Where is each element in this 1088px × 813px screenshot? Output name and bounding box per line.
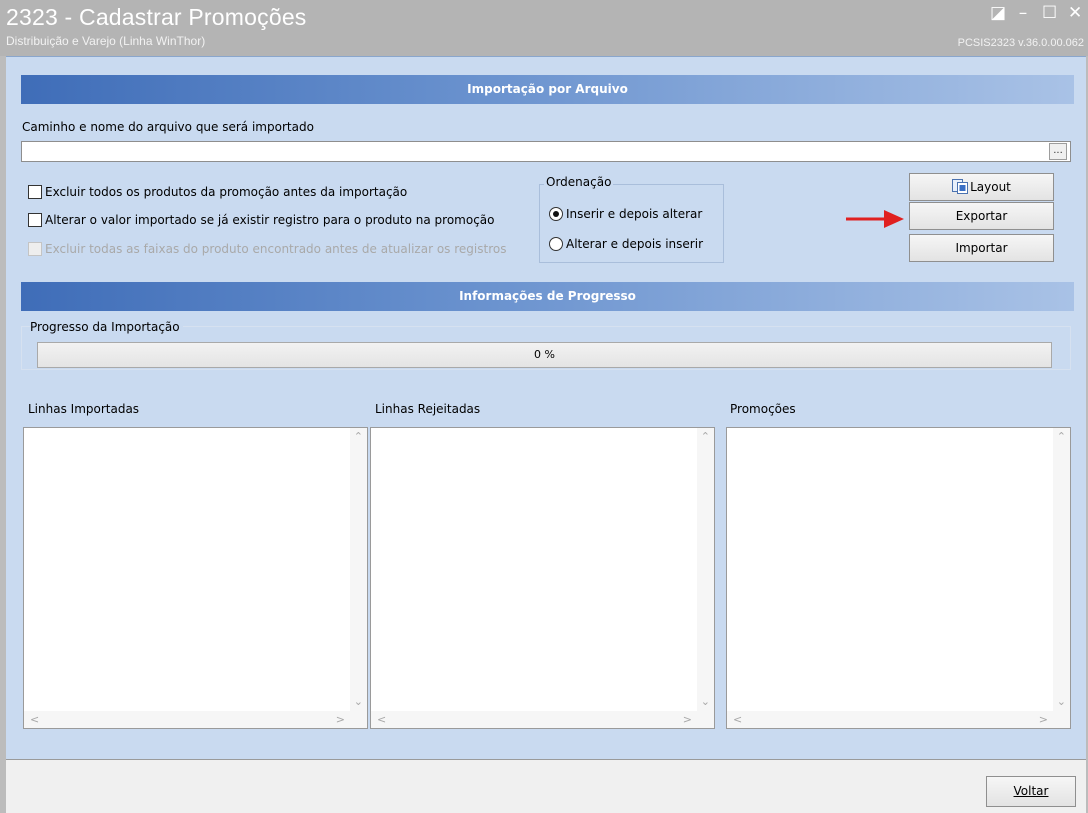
scroll-up-icon[interactable]: ⌃ (1057, 431, 1066, 443)
radio-label: Alterar e depois inserir (566, 237, 703, 251)
scroll-left-icon[interactable]: < (30, 714, 39, 726)
maximize-icon[interactable]: ☐ (1042, 2, 1057, 24)
scroll-left-icon[interactable]: < (377, 714, 386, 726)
radio-update-then-insert[interactable]: Alterar e depois inserir (549, 237, 703, 251)
horizontal-scrollbar[interactable] (371, 711, 714, 728)
progress-group-label: Progresso da Importação (30, 320, 183, 334)
scroll-down-icon[interactable]: ⌄ (354, 696, 363, 708)
red-arrow-icon (846, 210, 904, 228)
option-delete-products[interactable]: Excluir todos os produtos da promoção an… (28, 185, 407, 199)
restore-icon[interactable]: ◪ (990, 2, 1006, 24)
ordenacao-legend: Ordenação (544, 175, 614, 189)
rejected-lines-list[interactable]: ⌃ ⌄ < > (370, 427, 715, 729)
layout-label: Layout (970, 180, 1011, 194)
window-controls: ◪ – ☐ ✕ (990, 2, 1082, 24)
checkbox[interactable] (28, 213, 42, 227)
checkbox[interactable] (28, 185, 42, 199)
version-label: PCSIS2323 v.36.0.00.062 (957, 37, 1084, 49)
scroll-down-icon[interactable]: ⌄ (701, 696, 710, 708)
vertical-scrollbar[interactable] (1053, 428, 1070, 711)
layout-icon (952, 179, 969, 194)
ordenacao-group: Ordenação Inserir e depois alterar Alter… (539, 175, 724, 263)
file-path-input[interactable] (21, 141, 1071, 162)
title-bar: 2323 - Cadastrar Promoções Distribuição … (0, 0, 1088, 56)
browse-button[interactable]: ... (1049, 143, 1067, 160)
window-subtitle: Distribuição e Varejo (Linha WinThor) (6, 34, 206, 48)
import-section-header: Importação por Arquivo (21, 75, 1074, 104)
minimize-icon[interactable]: – (1016, 2, 1030, 24)
scroll-right-icon[interactable]: > (336, 714, 345, 726)
scroll-up-icon[interactable]: ⌃ (701, 431, 710, 443)
importar-button[interactable]: Importar (909, 234, 1054, 262)
radio-label: Inserir e depois alterar (566, 207, 703, 221)
window-title: 2323 - Cadastrar Promoções (6, 4, 307, 30)
scroll-left-icon[interactable]: < (733, 714, 742, 726)
radio-button[interactable] (549, 237, 563, 251)
option-delete-ranges: Excluir todas as faixas do produto encon… (28, 242, 506, 256)
horizontal-scrollbar[interactable] (24, 711, 367, 728)
vertical-scrollbar[interactable] (697, 428, 714, 711)
checkbox (28, 242, 42, 256)
radio-button[interactable] (549, 207, 563, 221)
checkbox-label: Excluir todos os produtos da promoção an… (45, 185, 408, 199)
voltar-button[interactable]: Voltar (986, 776, 1076, 807)
progress-section-header: Informações de Progresso (21, 282, 1074, 311)
rejected-lines-label: Linhas Rejeitadas (375, 402, 481, 416)
imported-lines-list[interactable]: ⌃ ⌄ < > (23, 427, 368, 729)
exportar-button[interactable]: Exportar (909, 202, 1054, 230)
footer-bar: Voltar (6, 759, 1086, 813)
import-progress-bar: 0 % (37, 342, 1052, 368)
voltar-label: Voltar (1013, 784, 1049, 798)
path-label: Caminho e nome do arquivo que será impor… (22, 120, 314, 134)
close-icon[interactable]: ✕ (1068, 2, 1082, 24)
promotions-label: Promoções (730, 402, 796, 416)
promotions-list[interactable]: ⌃ ⌄ < > (726, 427, 1071, 729)
radio-insert-then-update[interactable]: Inserir e depois alterar (549, 207, 702, 221)
imported-lines-label: Linhas Importadas (28, 402, 140, 416)
layout-button[interactable]: Layout (909, 173, 1054, 201)
scroll-down-icon[interactable]: ⌄ (1057, 696, 1066, 708)
checkbox-label: Alterar o valor importado se já existir … (45, 213, 495, 227)
vertical-scrollbar[interactable] (350, 428, 367, 711)
scroll-up-icon[interactable]: ⌃ (354, 431, 363, 443)
scroll-right-icon[interactable]: > (1039, 714, 1048, 726)
option-update-value[interactable]: Alterar o valor importado se já existir … (28, 213, 495, 227)
checkbox-label: Excluir todas as faixas do produto encon… (45, 242, 507, 256)
main-panel: Importação por Arquivo Caminho e nome do… (6, 56, 1086, 759)
horizontal-scrollbar[interactable] (727, 711, 1070, 728)
scroll-right-icon[interactable]: > (683, 714, 692, 726)
